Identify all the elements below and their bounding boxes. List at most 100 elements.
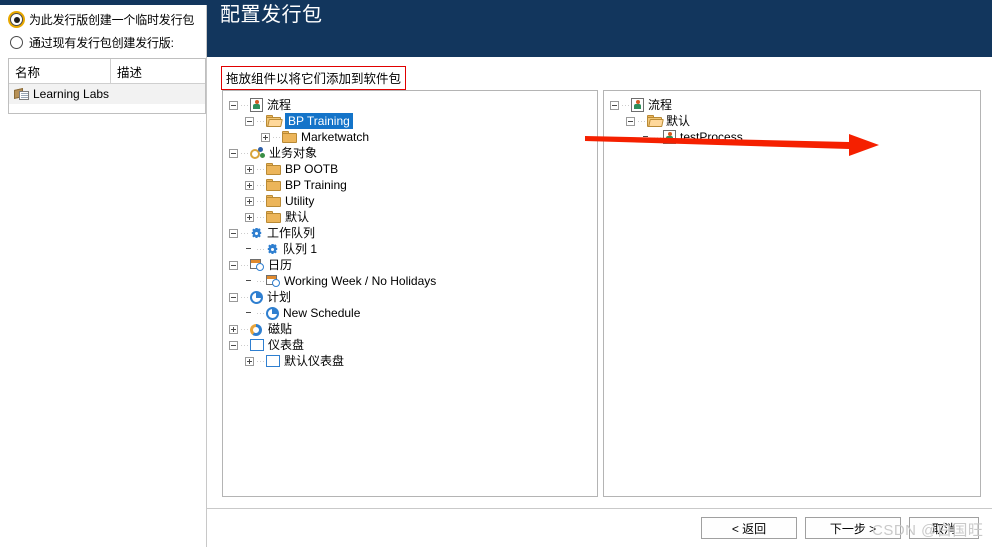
tree-connector	[240, 152, 248, 154]
tree-node-label: Utility	[285, 194, 315, 208]
tree-node[interactable]: testProcess	[604, 129, 980, 145]
tree-node-label: 业务对象	[269, 146, 318, 160]
radio-label-use-existing-package: 通过现有发行包创建发行版:	[29, 36, 174, 50]
dashboard-icon	[250, 339, 264, 351]
collapse-icon[interactable]	[229, 228, 238, 238]
gear-icon	[250, 227, 263, 240]
dialog-window: 为此发行版创建一个临时发行包 通过现有发行包创建发行版: 名称 描述 Learn…	[0, 0, 992, 547]
expand-icon[interactable]	[245, 356, 254, 366]
tree-connector	[256, 120, 264, 122]
tree-connector	[240, 232, 248, 234]
tree-node-label: 流程	[267, 98, 292, 112]
table-cell-name: Learning Labs	[33, 87, 110, 101]
tree-node[interactable]: BP Training	[223, 177, 597, 193]
tree-connector	[240, 104, 248, 106]
calendar-icon	[250, 258, 264, 272]
package-contents-tree-panel[interactable]: 流程 默认 testProcess	[603, 90, 981, 497]
tree-node[interactable]: New Schedule	[223, 305, 597, 321]
collapse-icon[interactable]	[245, 116, 254, 126]
available-components-tree-panel[interactable]: 流程 BP Training Marketwatch 业务对象 BP OOTB BP Tr…	[222, 90, 598, 497]
tree-node[interactable]: 计划	[223, 289, 597, 305]
tree-node-label: 仪表盘	[268, 338, 305, 352]
tree-node[interactable]: 磁贴	[223, 321, 597, 337]
tree-connector	[256, 216, 264, 218]
tree-node-label: 队列 1	[283, 242, 318, 256]
collapse-icon[interactable]	[229, 292, 238, 302]
radio-option-use-existing-package[interactable]: 通过现有发行包创建发行版:	[10, 34, 174, 51]
tree-connector	[240, 264, 248, 266]
collapse-icon[interactable]	[229, 340, 238, 350]
available-components-tree[interactable]: 流程 BP Training Marketwatch 业务对象 BP OOTB BP Tr…	[223, 91, 597, 369]
tree-node[interactable]: 日历	[223, 257, 597, 273]
table-column-header-name: 名称	[9, 59, 111, 83]
tree-node[interactable]: 默认	[604, 113, 980, 129]
tree-node[interactable]: 队列 1	[223, 241, 597, 257]
calendar-icon	[266, 274, 280, 288]
drag-drop-hint: 拖放组件以将它们添加到软件包	[221, 66, 407, 90]
folder-icon	[266, 179, 281, 191]
tree-node-label: 工作队列	[267, 226, 316, 240]
process-icon	[250, 98, 263, 112]
tree-node-label: BP Training	[285, 113, 353, 129]
left-sidebar: 为此发行版创建一个临时发行包 通过现有发行包创建发行版: 名称 描述 Learn…	[0, 0, 207, 547]
release-package-table[interactable]: 名称 描述 Learning Labs	[8, 58, 206, 114]
collapse-icon[interactable]	[229, 260, 238, 270]
tree-node[interactable]: 流程	[604, 97, 980, 113]
tree-node[interactable]: 默认仪表盘	[223, 353, 597, 369]
clock-icon	[266, 306, 279, 320]
tree-connector	[637, 120, 645, 122]
tree-node[interactable]: 业务对象	[223, 145, 597, 161]
tree-connector	[256, 280, 264, 282]
tree-node[interactable]: Working Week / No Holidays	[223, 273, 597, 289]
tree-node[interactable]: 仪表盘	[223, 337, 597, 353]
table-row[interactable]: Learning Labs	[9, 84, 205, 104]
dialog-header: 配置发行包	[207, 0, 992, 57]
tree-node-spacer	[642, 133, 651, 142]
process-icon	[631, 98, 644, 112]
tree-node[interactable]: 流程	[223, 97, 597, 113]
expand-icon[interactable]	[245, 180, 254, 190]
tree-connector	[621, 104, 629, 106]
radio-button-use-existing-package[interactable]	[10, 36, 23, 49]
tree-node[interactable]: Marketwatch	[223, 129, 597, 145]
tree-connector	[256, 360, 264, 362]
folder-icon	[266, 163, 281, 175]
gear-icon	[266, 243, 279, 256]
package-contents-tree[interactable]: 流程 默认 testProcess	[604, 91, 980, 145]
collapse-icon[interactable]	[229, 100, 238, 110]
folder-open-icon	[647, 115, 662, 127]
radio-button-create-temp-package[interactable]	[10, 13, 23, 26]
back-button[interactable]: < 返回	[701, 517, 797, 539]
tree-node[interactable]: 默认	[223, 209, 597, 225]
folder-open-icon	[266, 115, 281, 127]
tree-node-label: Marketwatch	[301, 130, 370, 144]
tree-connector	[256, 248, 264, 250]
collapse-icon[interactable]	[229, 148, 238, 158]
expand-icon[interactable]	[245, 212, 254, 222]
table-column-header-description: 描述	[117, 65, 143, 80]
tree-node[interactable]: BP OOTB	[223, 161, 597, 177]
tree-node-label: 日历	[268, 258, 293, 272]
tree-node[interactable]: BP Training	[223, 113, 597, 129]
tree-node[interactable]: 工作队列	[223, 225, 597, 241]
tree-node-label: 磁贴	[268, 322, 293, 336]
expand-icon[interactable]	[261, 132, 270, 142]
tree-node-label: BP OOTB	[285, 162, 339, 176]
tree-connector	[272, 136, 280, 138]
expand-icon[interactable]	[245, 164, 254, 174]
folder-icon	[266, 195, 281, 207]
tree-connector	[653, 136, 661, 138]
radio-option-create-temp-package[interactable]: 为此发行版创建一个临时发行包	[10, 11, 194, 28]
collapse-icon[interactable]	[610, 100, 619, 110]
expand-icon[interactable]	[229, 324, 238, 334]
tile-icon	[250, 323, 264, 336]
dashboard-icon	[266, 355, 280, 367]
tree-node-spacer	[245, 245, 254, 254]
cancel-button[interactable]: 取消	[909, 517, 979, 539]
expand-icon[interactable]	[245, 196, 254, 206]
tree-connector	[256, 184, 264, 186]
collapse-icon[interactable]	[626, 116, 635, 126]
tree-node[interactable]: Utility	[223, 193, 597, 209]
tree-node-label: 计划	[267, 290, 292, 304]
next-button[interactable]: 下一步 >	[805, 517, 901, 539]
